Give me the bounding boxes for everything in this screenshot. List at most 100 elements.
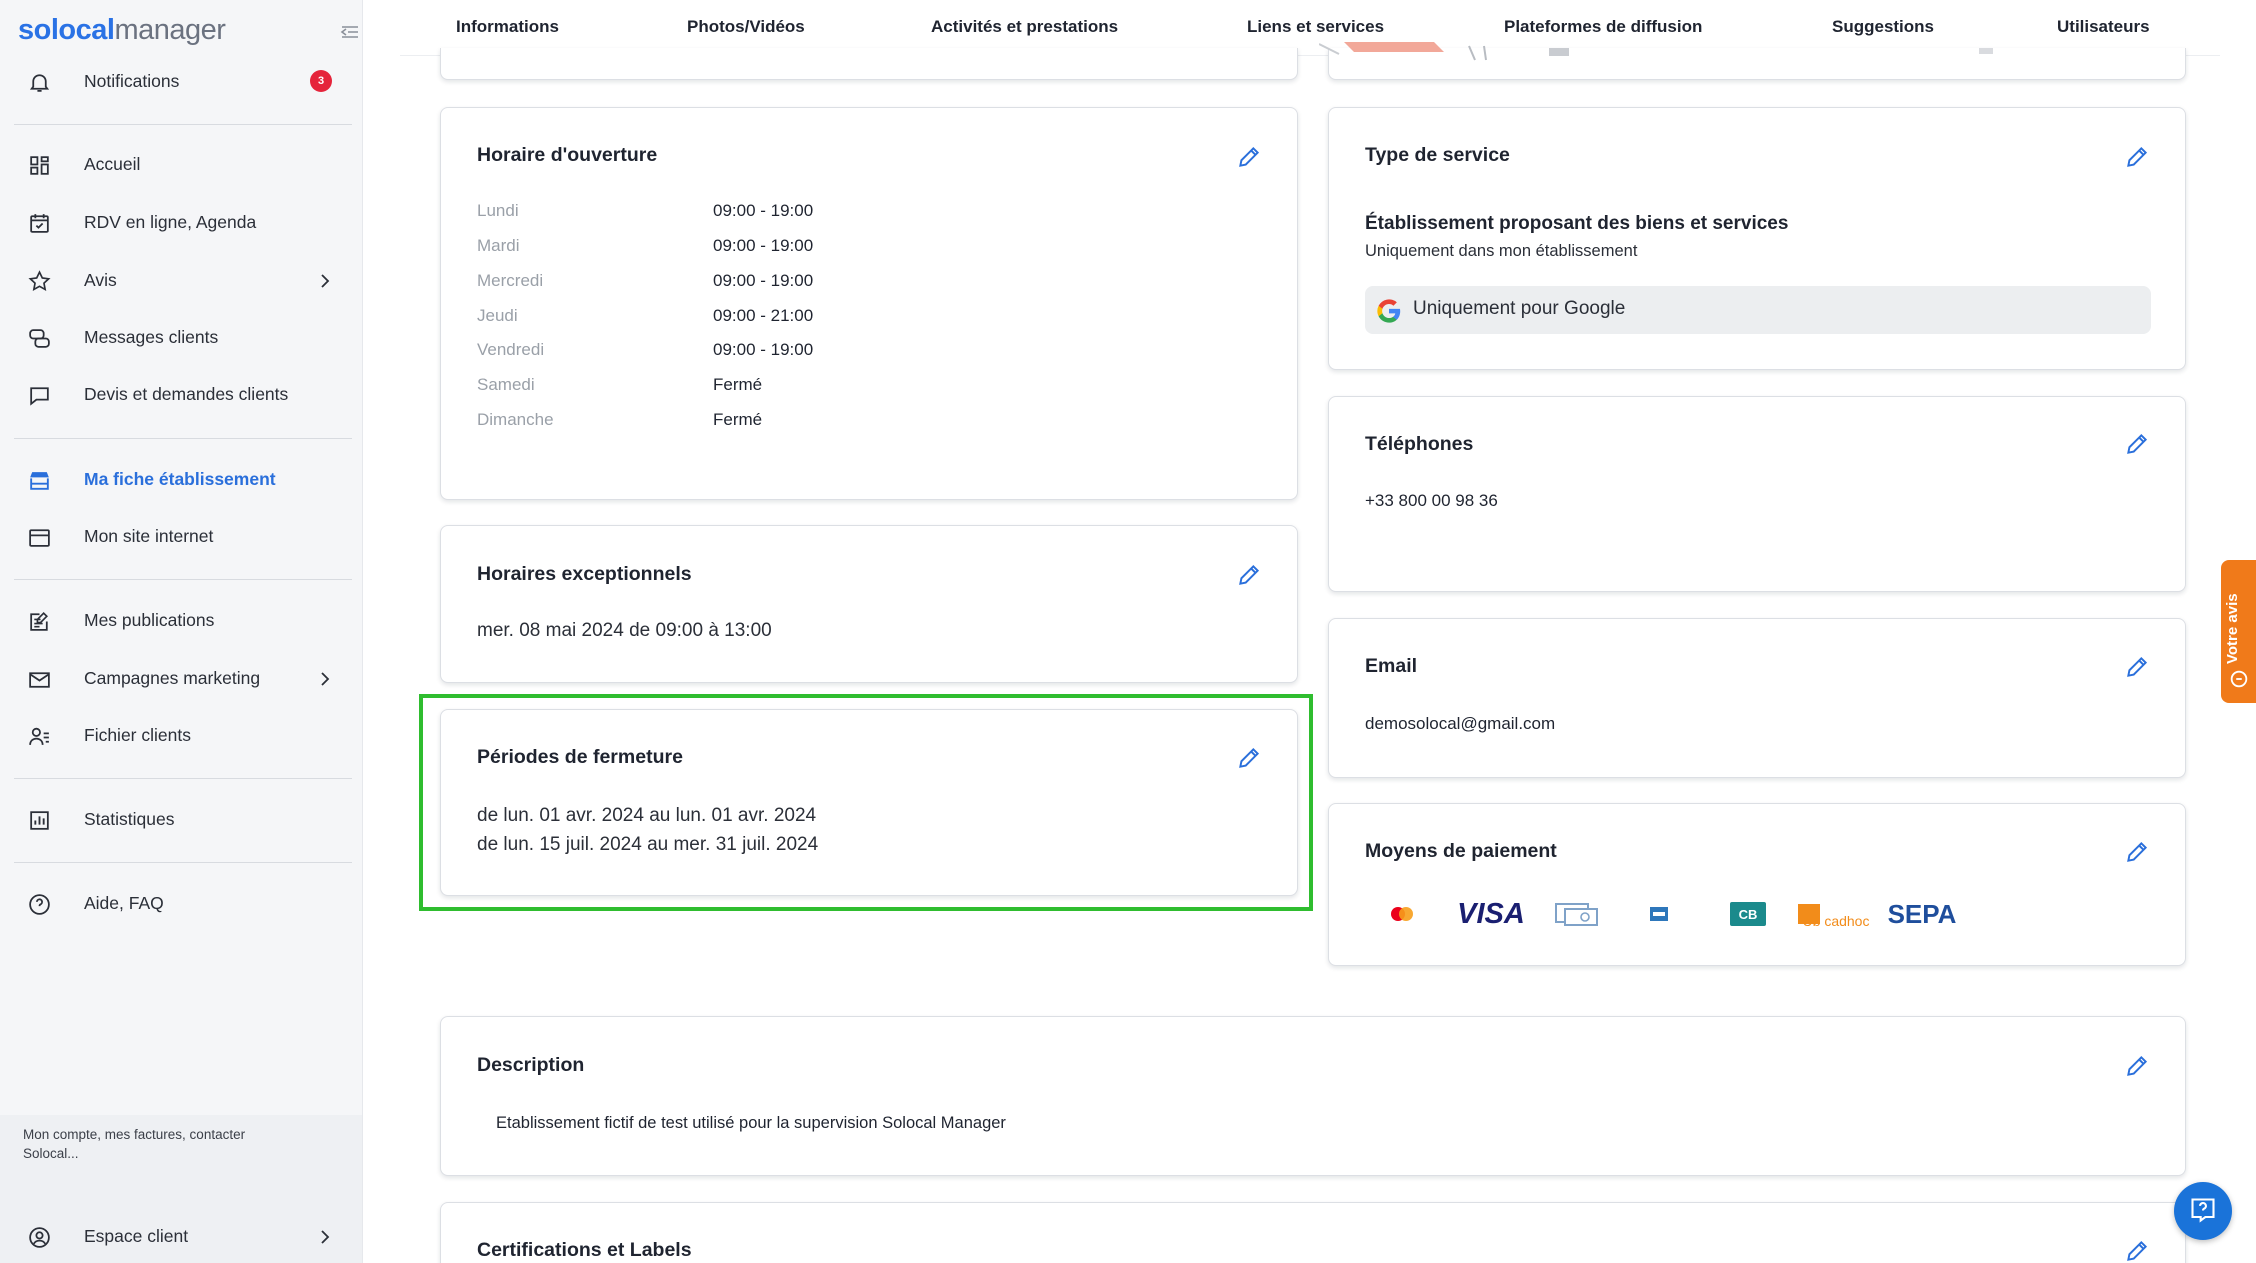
card-title: Téléphones: [1365, 433, 1474, 455]
tab-plateformes[interactable]: Plateformes de diffusion: [1504, 17, 1702, 37]
tab-suggestions[interactable]: Suggestions: [1832, 17, 1934, 37]
sidebar-divider: [14, 438, 352, 439]
feedback-label: Votre avis: [2224, 593, 2241, 664]
sidebar-divider: [14, 778, 352, 779]
sidebar-item-ma-fiche[interactable]: Ma fiche établissement: [0, 455, 362, 505]
day-label: Mercredi: [477, 271, 544, 290]
sidebar-item-aide[interactable]: Aide, FAQ: [0, 879, 362, 929]
user-circle-icon: [29, 1227, 50, 1248]
pencil-icon[interactable]: [2124, 1238, 2150, 1263]
card-title: Type de service: [1365, 144, 1510, 166]
sidebar-item-accueil[interactable]: Accueil: [0, 140, 362, 190]
pencil-icon[interactable]: [2124, 839, 2150, 865]
feedback-tab[interactable]: Votre avis: [2221, 560, 2256, 703]
cb-card-icon: CB: [1730, 899, 1766, 929]
tab-informations[interactable]: Informations: [456, 17, 559, 37]
sidebar-item-fichier-clients[interactable]: Fichier clients: [0, 711, 362, 761]
pencil-icon[interactable]: [2124, 431, 2150, 457]
tab-liens-services[interactable]: Liens et services: [1247, 17, 1384, 37]
pencil-icon[interactable]: [2124, 654, 2150, 680]
description-text: Etablissement fictif de test utilisé pou…: [496, 1114, 1006, 1132]
pencil-icon[interactable]: [2124, 1053, 2150, 1079]
pencil-icon[interactable]: [1236, 144, 1262, 170]
map-preview-icon: [1319, 42, 1993, 61]
sidebar-divider: [14, 124, 352, 125]
sidebar-divider: [14, 862, 352, 863]
chevron-right-icon: [321, 274, 330, 288]
google-icon: [1377, 299, 1401, 323]
sidebar-item-messages[interactable]: Messages clients: [0, 313, 362, 363]
cheque-icon: [1555, 899, 1599, 929]
card-title: Moyens de paiement: [1365, 840, 1557, 862]
sidebar-divider: [14, 579, 352, 580]
previous-card-left: [440, 48, 1298, 80]
svg-text:CB: CB: [1739, 907, 1758, 922]
sidebar-item-devis[interactable]: Devis et demandes clients: [0, 370, 362, 420]
service-type-heading: Établissement proposant des biens et ser…: [1365, 213, 1789, 234]
sidebar-item-statistiques[interactable]: Statistiques: [0, 795, 362, 845]
sidebar-item-label: Messages clients: [84, 327, 219, 347]
notification-count-badge: 3: [310, 70, 332, 92]
google-only-pill: Uniquement pour Google: [1365, 286, 2151, 334]
sidebar-item-label: Devis et demandes clients: [84, 384, 289, 404]
exceptional-hours-card: Horaires exceptionnels mer. 08 mai 2024 …: [440, 525, 1298, 683]
tab-photos-videos[interactable]: Photos/Vidéos: [687, 17, 805, 37]
help-chat-icon: [2191, 1198, 2215, 1223]
mastercard-icon: [1387, 899, 1417, 929]
certifications-card: Certifications et Labels: [440, 1202, 2186, 1263]
sidebar-item-label: Mon site internet: [84, 526, 214, 546]
sidebar-item-label: Ma fiche établissement: [84, 469, 276, 489]
amex-icon: [1649, 899, 1669, 929]
tab-utilisateurs[interactable]: Utilisateurs: [2057, 17, 2150, 37]
star-icon: [28, 270, 51, 292]
email-address: demosolocal@gmail.com: [1365, 714, 1556, 733]
espace-client-label: Espace client: [84, 1226, 189, 1246]
pencil-icon[interactable]: [1236, 562, 1262, 588]
chat-icon: [30, 387, 49, 406]
collapse-sidebar-icon[interactable]: [340, 24, 360, 40]
hours-value: Fermé: [713, 410, 763, 429]
visa-icon: VISA: [1457, 897, 1525, 930]
hours-value: Fermé: [713, 375, 763, 394]
sidebar-item-espace-client[interactable]: Espace client: [0, 1212, 362, 1262]
sidebar-item-site[interactable]: Mon site internet: [0, 512, 362, 562]
pencil-icon[interactable]: [2124, 144, 2150, 170]
sepa-icon: SEPA: [1887, 898, 1957, 929]
card-title: Horaires exceptionnels: [477, 563, 692, 585]
sidebar: solocalmanager Notifications 3 Accueil R…: [0, 0, 363, 1263]
sidebar-item-rdv[interactable]: RDV en ligne, Agenda: [0, 198, 362, 248]
sidebar-item-label: Accueil: [84, 154, 141, 174]
card-title: Horaire d'ouverture: [477, 144, 658, 166]
help-chat-button[interactable]: [2174, 1182, 2232, 1240]
hours-value: 09:00 - 19:00: [713, 201, 814, 220]
sidebar-item-label: RDV en ligne, Agenda: [84, 212, 257, 232]
mail-icon: [29, 672, 50, 688]
tab-activites[interactable]: Activités et prestations: [931, 17, 1118, 37]
sidebar-item-campagnes[interactable]: Campagnes marketing: [0, 654, 362, 704]
svg-text:Up cadhoc: Up cadhoc: [1803, 913, 1870, 926]
up-cadhoc-icon: Up cadhoc: [1798, 899, 1874, 929]
help-circle-icon: [29, 894, 50, 915]
payment-methods-card: Moyens de paiement VISA CB Up cadhoc SEP…: [1328, 803, 2186, 966]
sidebar-item-label: Campagnes marketing: [84, 668, 261, 688]
hours-value: 09:00 - 19:00: [713, 236, 814, 255]
day-label: Lundi: [477, 201, 519, 220]
service-type-card: Type de service Établissement proposant …: [1328, 107, 2186, 370]
sidebar-item-label: Statistiques: [84, 809, 175, 829]
day-label: Samedi: [477, 375, 535, 394]
phone-number: +33 800 00 98 36: [1365, 491, 1498, 510]
card-title: Description: [477, 1054, 585, 1076]
card-title: Email: [1365, 655, 1418, 677]
sidebar-item-label: Avis: [84, 270, 117, 290]
hours-value: 09:00 - 21:00: [713, 306, 814, 325]
sidebar-item-notifications[interactable]: Notifications 3: [0, 57, 362, 107]
sidebar-item-label: Mes publications: [84, 610, 215, 630]
day-label: Vendredi: [477, 340, 545, 359]
solocal-manager-logo[interactable]: solocalmanager: [18, 14, 226, 47]
messages-icon: [29, 329, 50, 348]
account-hint: Mon compte, mes factures, contacter Solo…: [23, 1127, 246, 1161]
sidebar-item-avis[interactable]: Avis: [0, 256, 362, 306]
users-list-icon: [29, 727, 49, 745]
account-section: Mon compte, mes factures, contacter Solo…: [0, 1115, 362, 1263]
sidebar-item-publications[interactable]: Mes publications: [0, 596, 362, 646]
